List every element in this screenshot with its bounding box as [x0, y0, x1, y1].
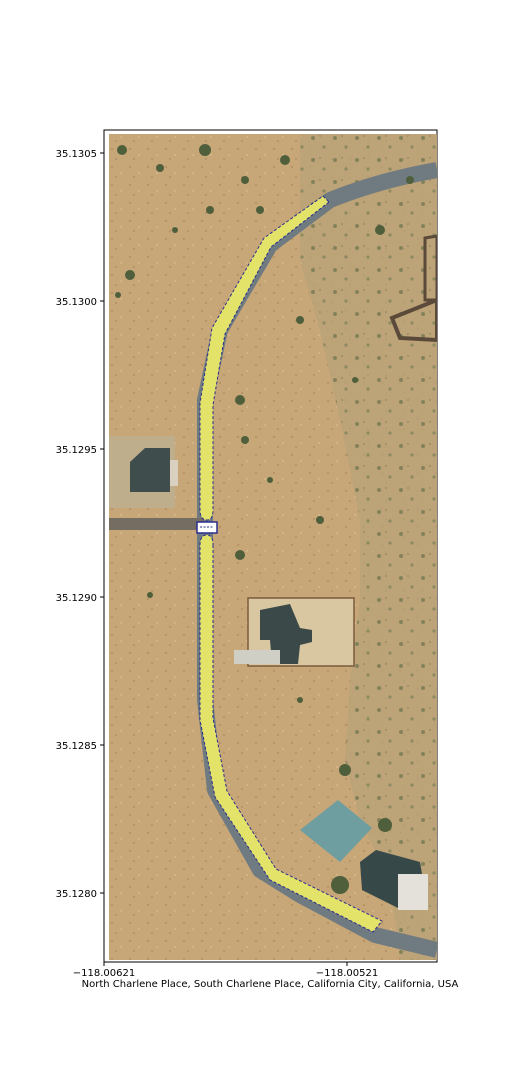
side-road	[109, 518, 204, 530]
y-tick-label: 35.1290	[56, 593, 97, 604]
x-tick-label: −118.00521	[316, 968, 378, 979]
y-tick-label: 35.1295	[56, 445, 97, 456]
x-tick-label: −118.00621	[73, 968, 135, 979]
map-caption: North Charlene Place, South Charlene Pla…	[81, 979, 459, 990]
y-tick-label: 35.1285	[56, 741, 97, 752]
y-tick-label: 35.1280	[56, 889, 97, 900]
place-split-marker	[196, 521, 218, 534]
x-axis: −118.00621 −118.00521	[73, 962, 378, 979]
house-west	[109, 436, 178, 508]
map-figure: 35.1305 35.1300 35.1295 35.1290 35.1285 …	[56, 129, 438, 979]
house-middle	[234, 597, 355, 667]
satellite-basemap	[109, 134, 437, 960]
y-tick-label: 35.1300	[56, 297, 97, 308]
y-axis: 35.1305 35.1300 35.1295 35.1290 35.1285 …	[56, 149, 104, 900]
y-tick-label: 35.1305	[56, 149, 97, 160]
